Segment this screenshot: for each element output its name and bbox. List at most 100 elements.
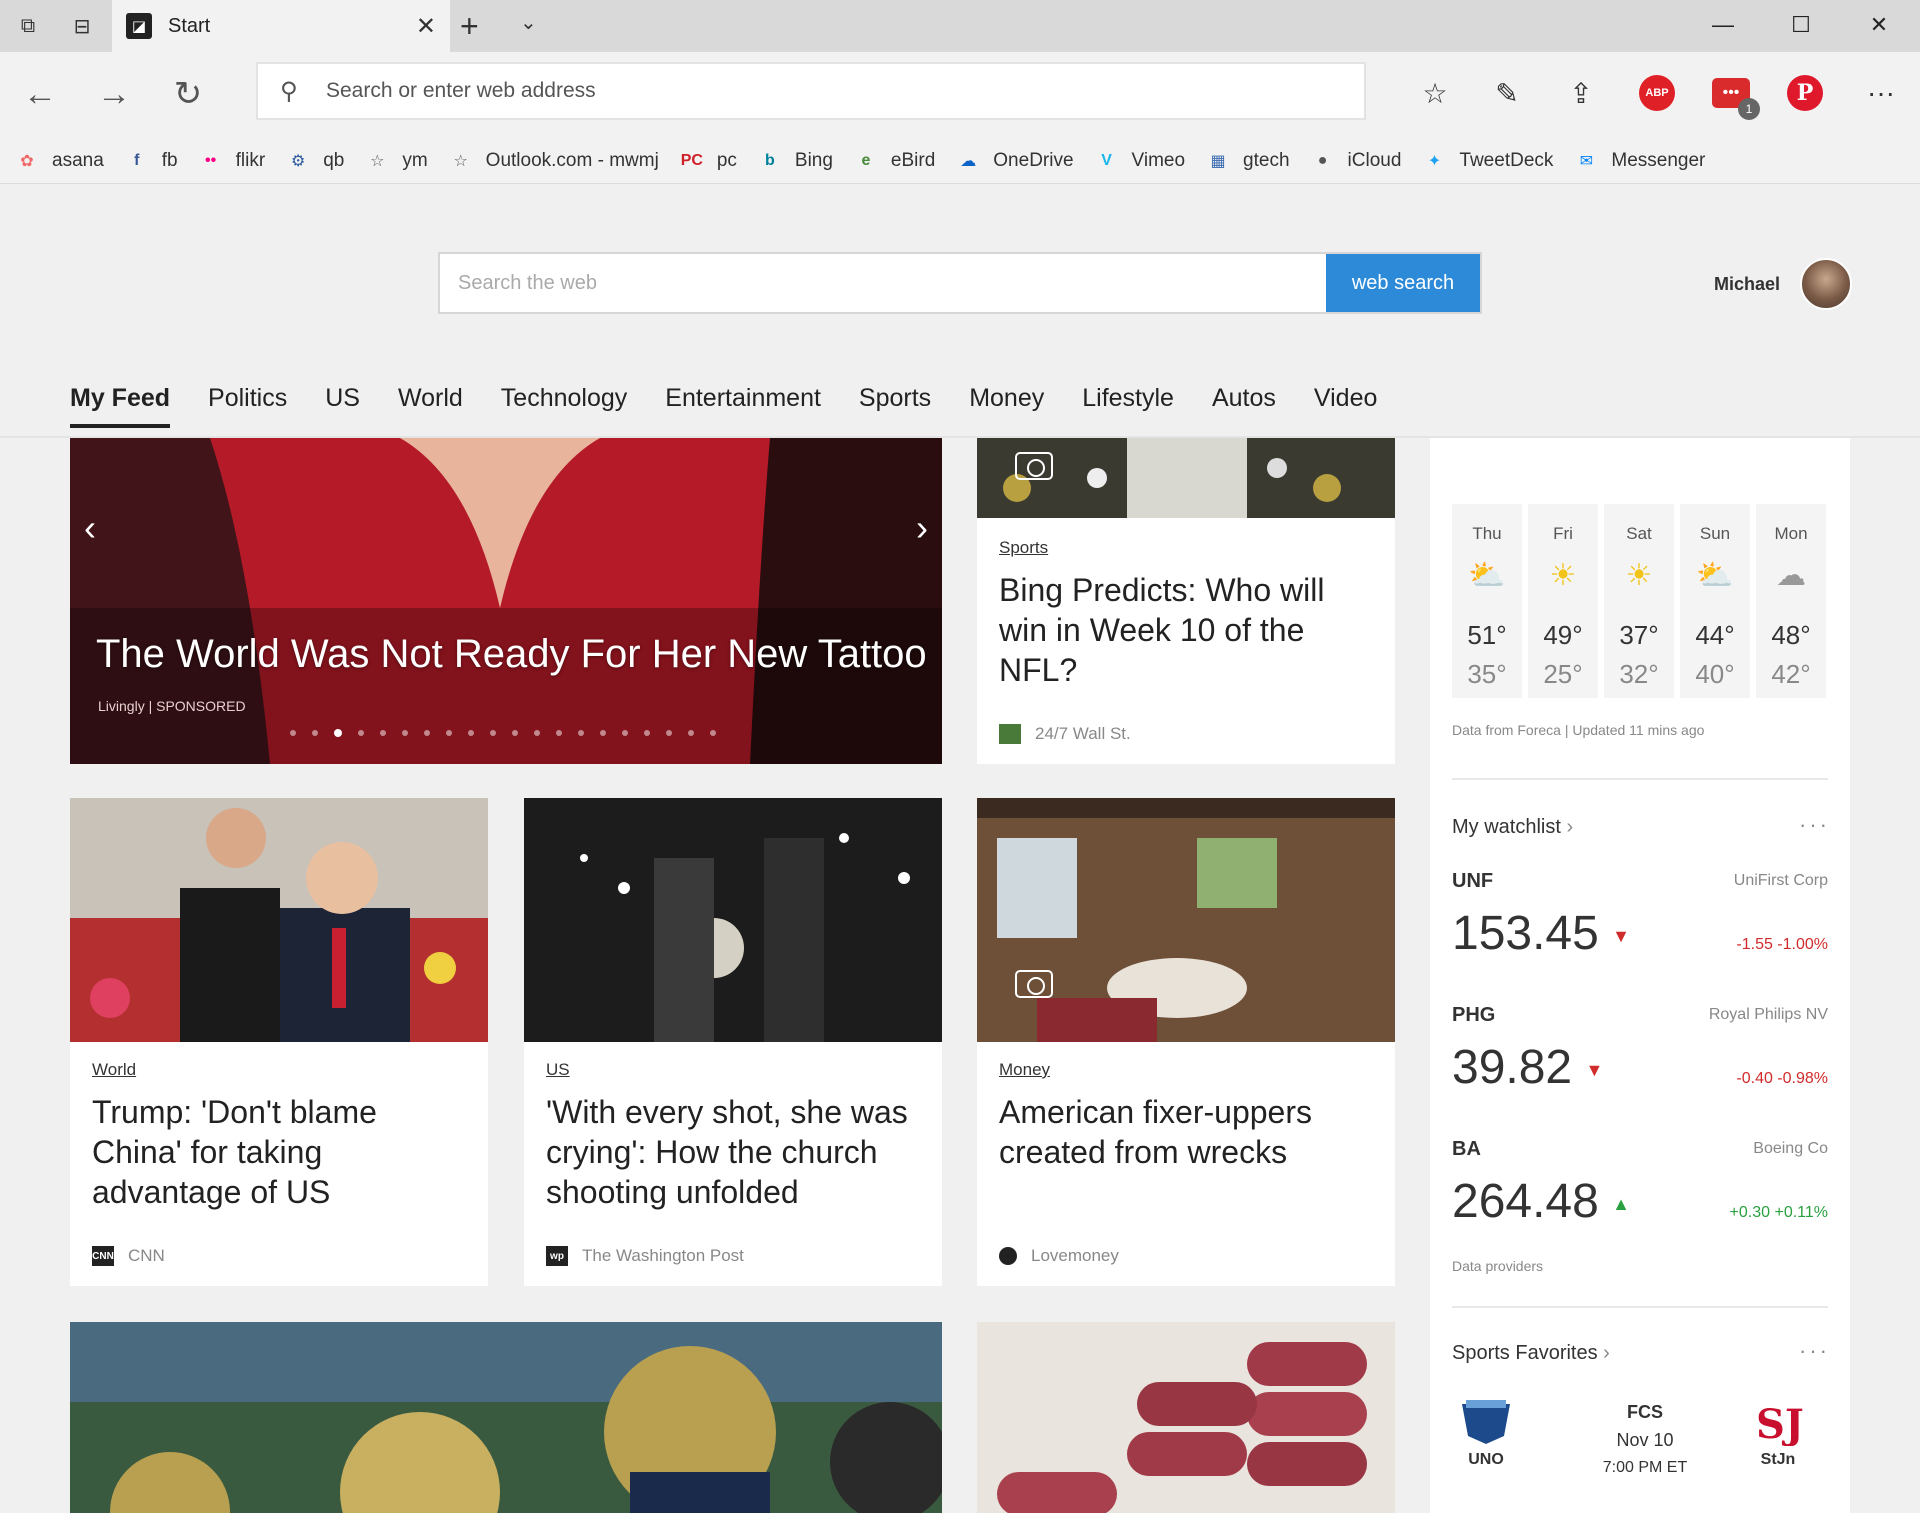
card-headline[interactable]: Bing Predicts: Who will win in Week 10 o… [999, 570, 1373, 690]
card-category[interactable]: US [546, 1060, 570, 1080]
maximize-button[interactable]: ☐ [1762, 0, 1840, 50]
tab-world[interactable]: World [398, 384, 463, 428]
refresh-button[interactable]: ↻ [160, 66, 216, 122]
carousel-dot[interactable] [644, 730, 650, 736]
back-button[interactable]: ← [12, 66, 68, 122]
news-card-nfl[interactable]: Sports Bing Predicts: Who will win in We… [977, 438, 1395, 764]
favorite-ebird[interactable]: e eBird [853, 148, 935, 174]
carousel-dot[interactable] [468, 730, 474, 736]
carousel-next-button[interactable]: › [902, 498, 942, 558]
tab-money[interactable]: Money [969, 384, 1044, 428]
carousel-dot[interactable] [424, 730, 430, 736]
carousel-dot[interactable] [446, 730, 452, 736]
carousel-dot[interactable] [600, 730, 606, 736]
tab-entertainment[interactable]: Entertainment [665, 384, 821, 428]
favorite-flikr[interactable]: •• flikr [198, 148, 265, 174]
weather-day-fri[interactable]: Fri ☀ 49° 25° [1528, 504, 1598, 698]
team-uno[interactable]: UNO [1456, 1396, 1516, 1469]
carousel-dot[interactable] [312, 730, 318, 736]
favorite-bing[interactable]: b Bing [757, 148, 833, 174]
favorite-fb[interactable]: f fb [124, 148, 178, 174]
tab-video[interactable]: Video [1314, 384, 1378, 428]
weather-day-sat[interactable]: Sat ☀ 37° 32° [1604, 504, 1674, 698]
address-bar[interactable]: ⚲ [256, 62, 1366, 120]
carousel-dot[interactable] [688, 730, 694, 736]
favorite-outlookcom[interactable]: ☆ Outlook.com - mwmj [448, 148, 659, 174]
tab-lifestyle[interactable]: Lifestyle [1082, 384, 1174, 428]
carousel-dot[interactable] [622, 730, 628, 736]
tab-my-feed[interactable]: My Feed [70, 384, 171, 428]
weather-source-note[interactable]: Data from Foreca | Updated 11 mins ago [1452, 722, 1704, 738]
news-card-football[interactable] [70, 1322, 942, 1513]
card-category[interactable]: World [92, 1060, 136, 1080]
carousel-dot[interactable] [710, 730, 716, 736]
news-card-church[interactable]: US 'With every shot, she was crying': Ho… [524, 798, 942, 1286]
carousel-prev-button[interactable]: ‹ [70, 498, 110, 558]
game-info[interactable]: FCS Nov 10 7:00 PM ET [1570, 1398, 1720, 1482]
favorite-ym[interactable]: ☆ ym [364, 148, 428, 174]
tab-technology[interactable]: Technology [501, 384, 627, 428]
tab-start[interactable]: ◪ Start ✕ [112, 0, 450, 52]
favorite-gtech[interactable]: ▦ gtech [1205, 148, 1289, 174]
weather-day-sun[interactable]: Sun ⛅ 44° 40° [1680, 504, 1750, 698]
carousel-dot[interactable] [512, 730, 518, 736]
news-card-fixer-uppers[interactable]: Money American fixer-uppers created from… [977, 798, 1395, 1286]
tab-us[interactable]: US [325, 384, 360, 428]
carousel-dot[interactable] [290, 730, 296, 736]
tab-autos[interactable]: Autos [1212, 384, 1276, 428]
share-button[interactable]: ⇪ [1558, 70, 1604, 116]
adblock-plus-button[interactable]: ABP [1634, 70, 1680, 116]
set-aside-tabs-icon[interactable]: ⧉ [8, 8, 48, 44]
carousel-dot[interactable] [490, 730, 496, 736]
watchlist-title[interactable]: My watchlist › [1452, 816, 1573, 839]
team-stjn[interactable]: SJ StJn [1748, 1396, 1808, 1469]
data-providers-link[interactable]: Data providers [1452, 1258, 1543, 1274]
avatar[interactable] [1800, 258, 1852, 310]
sports-favorites-title[interactable]: Sports Favorites › [1452, 1342, 1610, 1365]
web-note-button[interactable]: ✎ [1484, 70, 1530, 116]
weather-day-mon[interactable]: Mon ☁ 48° 42° [1756, 504, 1826, 698]
news-card-trump[interactable]: World Trump: 'Don't blame China' for tak… [70, 798, 488, 1286]
card-category[interactable]: Sports [999, 538, 1048, 558]
close-tab-icon[interactable]: ✕ [416, 12, 436, 41]
card-category[interactable]: Money [999, 1060, 1050, 1080]
news-card-pills[interactable] [977, 1322, 1395, 1513]
favorite-vimeo[interactable]: V Vimeo [1094, 148, 1185, 174]
hero-carousel[interactable]: ‹ › The World Was Not Ready For Her New … [70, 438, 942, 764]
carousel-dot[interactable] [666, 730, 672, 736]
favorite-asana[interactable]: ✿ asana [14, 148, 103, 174]
pinterest-button[interactable]: P [1782, 70, 1828, 116]
carousel-dot[interactable] [556, 730, 562, 736]
lastpass-button[interactable]: ••• 1 [1708, 70, 1760, 120]
more-menu-button[interactable]: ··· [1858, 70, 1904, 116]
carousel-dot[interactable] [534, 730, 540, 736]
sports-more-button[interactable]: ··· [1799, 1338, 1830, 1364]
carousel-dot[interactable] [402, 730, 408, 736]
minimize-button[interactable]: — [1684, 0, 1762, 50]
user-name[interactable]: Michael [1714, 274, 1780, 295]
show-aside-tabs-icon[interactable]: ⊟ [62, 8, 102, 44]
favorite-tweetdeck[interactable]: ✦ TweetDeck [1421, 148, 1554, 174]
favorite-onedrive[interactable]: ☁ OneDrive [955, 148, 1073, 174]
favorite-icloud[interactable]: ● iCloud [1310, 148, 1402, 174]
web-search-button[interactable]: web search [1326, 254, 1480, 312]
watchlist-more-button[interactable]: ··· [1799, 812, 1830, 838]
weather-day-thu[interactable]: Thu ⛅ 51° 35° [1452, 504, 1522, 698]
favorite-qb[interactable]: ⚙ qb [285, 148, 344, 174]
card-headline[interactable]: American fixer-uppers created from wreck… [999, 1092, 1373, 1172]
carousel-dot[interactable] [334, 729, 342, 737]
favorite-pc[interactable]: PC pc [679, 148, 737, 174]
forward-button[interactable]: → [86, 66, 142, 122]
hero-headline[interactable]: The World Was Not Ready For Her New Tatt… [96, 632, 927, 677]
tab-sports[interactable]: Sports [859, 384, 931, 428]
carousel-dot[interactable] [380, 730, 386, 736]
card-headline[interactable]: 'With every shot, she was crying': How t… [546, 1092, 920, 1212]
address-input[interactable] [326, 79, 1226, 103]
carousel-dot[interactable] [578, 730, 584, 736]
card-headline[interactable]: Trump: 'Don't blame China' for taking ad… [92, 1092, 466, 1212]
tab-preview-chevron-icon[interactable]: ⌄ [520, 10, 537, 35]
carousel-dot[interactable] [358, 730, 364, 736]
favorite-messenger[interactable]: ✉ Messenger [1573, 148, 1706, 174]
tab-politics[interactable]: Politics [208, 384, 287, 428]
close-window-button[interactable]: ✕ [1840, 0, 1918, 50]
